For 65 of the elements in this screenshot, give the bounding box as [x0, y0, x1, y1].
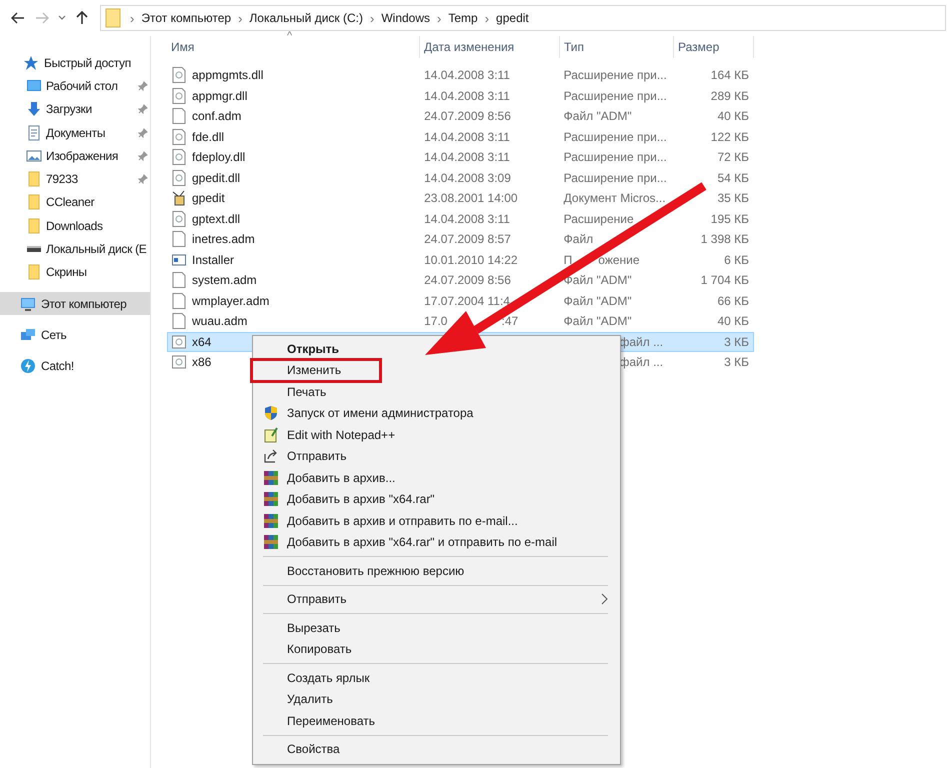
file-type: файл ... [620, 355, 664, 370]
file-date: 14.04.2008 3:11 [424, 212, 510, 226]
file-size: 66 КБ [717, 294, 749, 308]
file-name: fde.dll [192, 130, 224, 144]
file-name: gptext.dll [192, 212, 240, 226]
file-type: Расширение при... [564, 130, 667, 144]
file-type: Расширение при... [564, 68, 667, 82]
file-size: 40 КБ [717, 314, 749, 328]
file-size: 289 КБ [710, 88, 749, 103]
file-type: Расширение при... [564, 88, 667, 103]
file-size: 54 КБ [717, 170, 749, 185]
file-name: fdeploy.dll [192, 150, 246, 164]
file-type: Файл "ADM" [564, 273, 632, 288]
file-date: 23.08.2001 14:00 [424, 191, 518, 206]
file-date: 14.04.2008 3:11 [424, 68, 510, 82]
file-type: Документ Micros... [564, 191, 666, 206]
file-type: Файл "ADM" [564, 109, 632, 124]
file-name: wuau.adm [192, 314, 248, 328]
file-name: inetres.adm [192, 232, 255, 246]
file-size: 72 КБ [717, 150, 749, 164]
file-name: gpedit.dll [192, 170, 240, 185]
file-date: 14.04.2008 3:11 [424, 130, 510, 144]
file-name: x64 [192, 334, 212, 349]
file-size: 1 704 КБ [700, 273, 749, 288]
file-size: 195 КБ [710, 212, 749, 226]
file-date: 17.0 [424, 314, 448, 328]
breadcrumb-separator: › [370, 10, 374, 26]
file-name: system.adm [192, 273, 257, 288]
file-size: 122 КБ [710, 130, 749, 144]
file-date: 10.01.2010 14:22 [424, 252, 518, 267]
file-date: 17.07.2004 11:4 [424, 294, 510, 308]
file-date: 14.04.2008 3:09 [424, 170, 511, 185]
file-name: Installer [192, 252, 234, 267]
file-size: 3 КБ [724, 355, 749, 370]
file-size: 3 КБ [724, 334, 749, 349]
file-date: 24.07.2009 8:56 [424, 109, 511, 124]
file-type: ожение [598, 252, 640, 267]
breadcrumb-separator: › [484, 10, 490, 26]
file-date: 24.07.2009 8:57 [424, 232, 511, 246]
file-date: 24.07.2009 8:56 [424, 273, 511, 288]
file-type: Файл [564, 232, 594, 246]
file-name: wmplayer.adm [192, 294, 270, 308]
file-type: Расширение при... [564, 170, 667, 185]
file-name: x86 [192, 355, 212, 370]
file-name: conf.adm [192, 109, 242, 124]
file-size: 35 КБ [717, 191, 749, 206]
file-name: appmgr.dll [192, 88, 248, 103]
file-type: файл ... [620, 334, 664, 349]
file-type: П [564, 252, 572, 267]
file-type: Файл "ADM" [564, 314, 632, 328]
file-type: Файл "ADM" [564, 294, 632, 308]
file-type: Расширение при... [564, 150, 667, 164]
file-size: 6 КБ [724, 252, 749, 267]
breadcrumb-separator: › [437, 10, 442, 26]
file-date: :47 [501, 314, 518, 328]
file-size: 164 КБ [710, 68, 749, 82]
file-type: Расширение [564, 212, 634, 226]
file-date: 14.04.2008 3:11 [424, 150, 510, 164]
file-name: gpedit [192, 191, 225, 206]
breadcrumb-separator: › [130, 10, 134, 26]
file-size: 40 КБ [717, 109, 749, 124]
file-size: 1 398 КБ [700, 232, 749, 246]
breadcrumb-separator: › [238, 10, 242, 26]
file-date: 14.04.2008 3:11 [424, 88, 510, 103]
file-name: appmgmts.dll [192, 68, 264, 82]
